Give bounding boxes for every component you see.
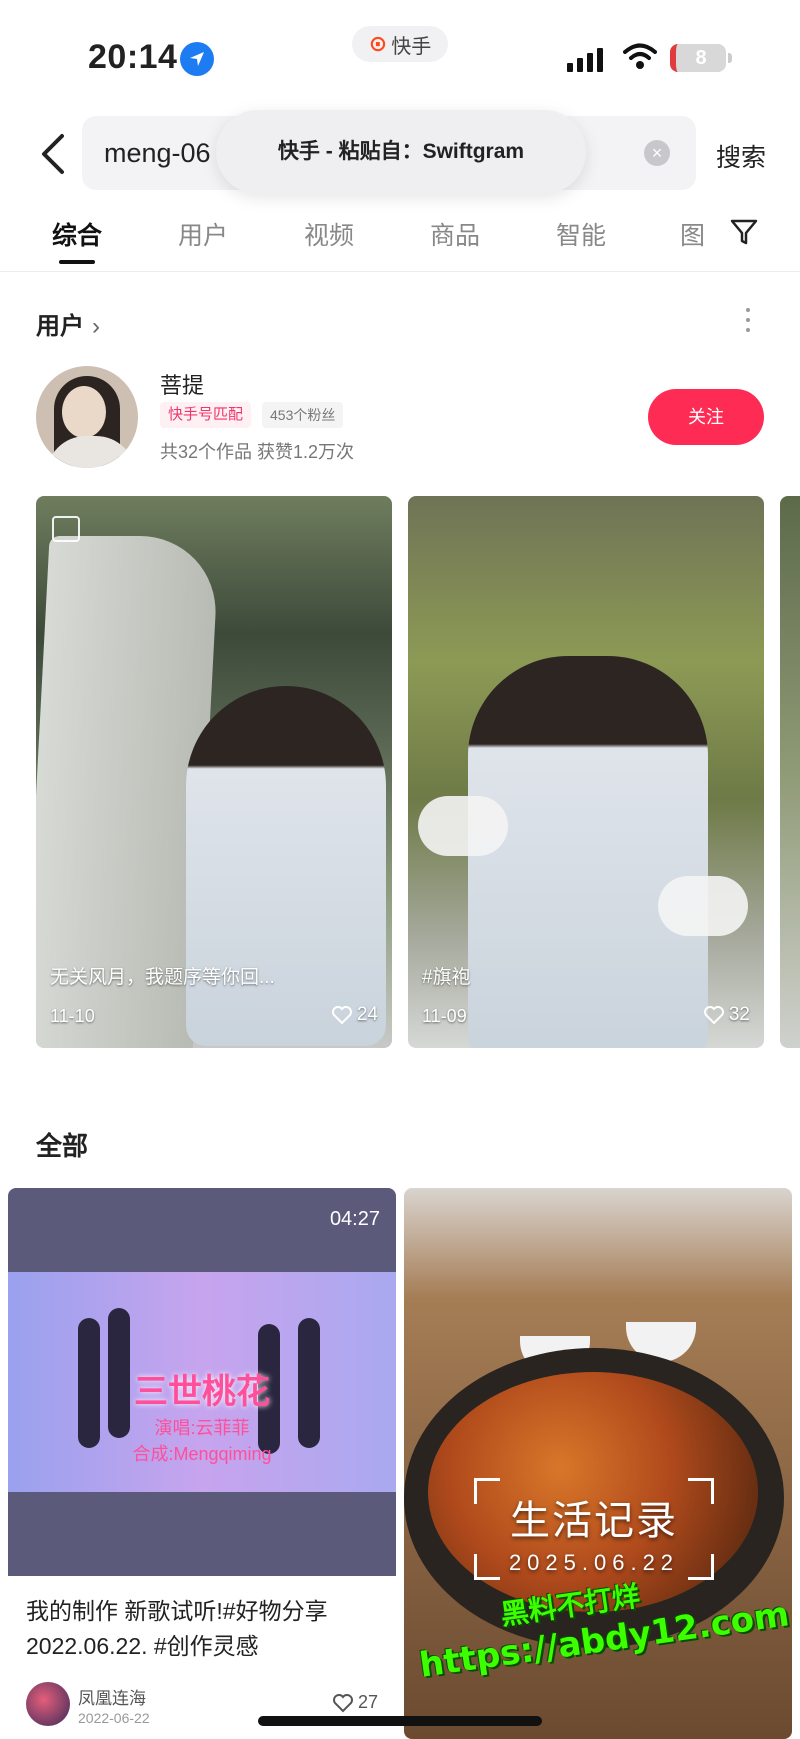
mixer-credit: 合成:Mengqiming [132, 1444, 272, 1464]
photo-date: 11-10 [50, 1006, 95, 1026]
paste-toast: 快手 - 粘贴自：Swiftgram [216, 110, 586, 194]
video-card[interactable]: 04:27 三世桃花 演唱:云菲菲 合成:Mengqiming 我的制作 新歌试… [8, 1188, 396, 1739]
search-query: meng-06 [104, 138, 211, 168]
tab-comprehensive[interactable]: 综合 [52, 216, 102, 264]
tab-videos[interactable]: 视频 [304, 216, 354, 252]
match-badge: 快手号匹配 [160, 402, 252, 428]
singer-credit: 演唱:云菲菲 [154, 1418, 250, 1438]
photo-caption: 无关风月，我题序等你回... [50, 967, 275, 988]
user-stats: 共32个作品 获赞1.2万次 [160, 442, 355, 462]
battery-icon: 8 [670, 44, 732, 72]
user-section-header[interactable]: 用户 › [36, 306, 100, 341]
author-date: 2022-06-22 [78, 1710, 150, 1726]
photo-likes: 32 [703, 1004, 750, 1026]
home-indicator[interactable] [258, 1716, 542, 1726]
filter-icon[interactable] [728, 216, 760, 248]
video-description: 我的制作 新歌试听!#好物分享 2022.06.22. #创作灵感 [26, 1598, 328, 1659]
user-photo-card[interactable]: 无关风月，我题序等你回... 11-10 24 [36, 496, 392, 1048]
kuaishou-logo-icon: ⊙ [368, 31, 388, 56]
status-bar: 20:14 ⊙ 快手 8 [0, 0, 800, 110]
photo-caption: #旗袍 [422, 967, 471, 988]
clear-icon[interactable]: × [644, 140, 670, 166]
photo-date: 11-09 [422, 1006, 467, 1026]
tab-products[interactable]: 商品 [430, 216, 480, 252]
follow-button[interactable]: 关注 [648, 389, 764, 445]
overlay-date: 2025.06.22 [508, 1550, 680, 1575]
heart-icon [703, 1006, 724, 1025]
fans-badge: 453个粉丝 [262, 402, 344, 428]
search-button[interactable]: 搜索 [716, 138, 766, 174]
location-arrow-icon [180, 42, 214, 76]
status-time: 20:14 [88, 38, 178, 76]
app-island[interactable]: ⊙ 快手 [352, 26, 448, 62]
all-section-title: 全部 [36, 1131, 89, 1161]
user-name[interactable]: 菩提 [160, 368, 204, 400]
tab-users[interactable]: 用户 [178, 216, 228, 252]
user-photo-card-partial[interactable] [780, 496, 800, 1048]
more-icon[interactable] [744, 308, 752, 332]
heart-icon [332, 1693, 353, 1712]
tab-bar: 综合 用户 视频 商品 智能 图 [0, 210, 800, 272]
user-photo-card[interactable]: #旗袍 11-09 32 [408, 496, 764, 1048]
tab-smart[interactable]: 智能 [556, 216, 606, 252]
tab-images[interactable]: 图 [680, 216, 705, 252]
author-name[interactable]: 凤凰连海 [78, 1684, 146, 1709]
island-label: 快手 [391, 35, 432, 58]
heart-icon [331, 1006, 352, 1025]
song-title: 三世桃花 [134, 1373, 270, 1411]
user-section-title: 用户 [36, 313, 84, 340]
video-likes[interactable]: 27 [332, 1692, 378, 1713]
video-duration: 04:27 [329, 1208, 380, 1230]
signal-icon [567, 46, 603, 72]
back-icon[interactable] [36, 132, 72, 176]
author-avatar[interactable] [26, 1682, 70, 1726]
photo-likes: 24 [331, 1004, 378, 1026]
avatar[interactable] [36, 366, 138, 468]
video-thumbnail: 04:27 三世桃花 演唱:云菲菲 合成:Mengqiming [8, 1188, 396, 1576]
wifi-icon [623, 43, 657, 69]
overlay-title: 生活记录 [510, 1499, 678, 1543]
multi-image-icon [52, 516, 80, 542]
chevron-right-icon: › [92, 313, 100, 340]
